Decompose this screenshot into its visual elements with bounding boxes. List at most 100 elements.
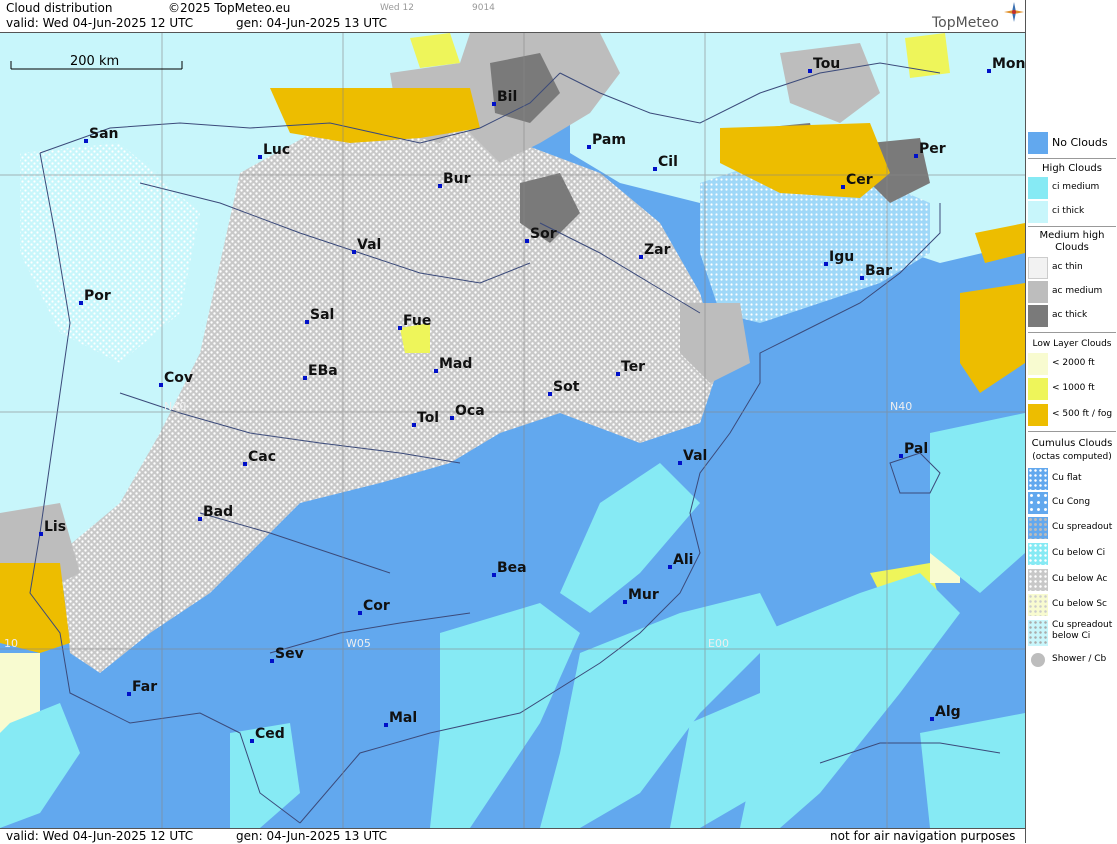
city-label: Pam [592, 132, 626, 148]
city-dot [398, 326, 402, 330]
city-label: Val [357, 237, 381, 253]
cloud-map[interactable]: N40 N40 W05 E00 10 200 km Tou Mon Bil San Pa… [0, 33, 1025, 828]
city-marker: Mal [384, 710, 417, 727]
legend-ac-thick: ac thick [1028, 305, 1116, 327]
city-dot [623, 600, 627, 604]
legend-cu-flat: Cu flat [1028, 468, 1116, 490]
city-label: Cor [363, 598, 390, 614]
city-marker: Sor [525, 226, 557, 243]
legend-cu-cong: Cu Cong [1028, 492, 1116, 514]
city-dot [243, 462, 247, 466]
city-label: Ced [255, 726, 285, 742]
city-dot [79, 301, 83, 305]
city-label: Bea [497, 560, 527, 576]
city-marker: Mon [987, 56, 1025, 73]
city-dot [39, 532, 43, 536]
city-marker: Luc [258, 142, 290, 159]
city-marker: Ced [250, 726, 285, 743]
legend-swatch [1028, 177, 1048, 199]
city-dot [492, 102, 496, 106]
city-marker: Val [352, 237, 381, 254]
city-dot [384, 723, 388, 727]
legend-swatch [1028, 543, 1048, 565]
city-marker: Per [914, 141, 946, 158]
grid-label-w05: W05 [346, 637, 371, 650]
city-dot [159, 383, 163, 387]
legend-swatch [1028, 517, 1048, 539]
legend-label: Cu flat [1052, 473, 1082, 483]
footer-valid-time: valid: Wed 04-Jun-2025 12 UTC [6, 829, 194, 843]
legend-label: Cu below Ac [1052, 574, 1108, 584]
city-marker: Bur [438, 171, 471, 188]
city-marker: Ter [616, 359, 645, 376]
disclaimer: not for air navigation purposes [830, 829, 1016, 843]
city-dot [525, 239, 529, 243]
legend-label: < 2000 ft [1052, 358, 1095, 368]
grid-label-e00: E00 [708, 637, 729, 650]
grid-label-w10: 10 [4, 637, 18, 650]
legend-label: Shower / Cb [1052, 654, 1107, 664]
city-dot [250, 739, 254, 743]
city-label: Tol [417, 410, 439, 426]
map-title: Cloud distribution [6, 1, 113, 15]
city-label: Lis [44, 519, 66, 535]
city-marker: EBa [303, 363, 338, 380]
legend-ac-medium: ac medium [1028, 281, 1116, 303]
legend-swatch [1028, 594, 1048, 616]
city-marker: Alg [930, 704, 961, 721]
legend-swatch [1028, 378, 1048, 400]
city-dot [987, 69, 991, 73]
city-dot [358, 611, 362, 615]
legend-no-clouds: No Clouds [1028, 132, 1116, 154]
legend-label: Cu spreadout [1052, 522, 1113, 532]
footer-bar: valid: Wed 04-Jun-2025 12 UTC gen: 04-Ju… [0, 828, 1025, 844]
legend-cu-below-sc: Cu below Sc [1028, 594, 1116, 616]
city-dot [258, 155, 262, 159]
city-label: Bar [865, 263, 892, 279]
city-dot [930, 717, 934, 721]
city-label: Mur [628, 587, 659, 603]
legend-ci-thick: ci thick [1028, 201, 1116, 223]
city-dot [808, 69, 812, 73]
code-tag: 9014 [472, 3, 495, 13]
city-label: Fue [403, 313, 431, 329]
city-dot [352, 250, 356, 254]
city-dot [587, 145, 591, 149]
city-dot [678, 461, 682, 465]
city-marker: Lis [39, 519, 66, 536]
header-bar: Cloud distribution ©2025 TopMeteo.eu Wed… [0, 0, 1025, 33]
legend-label: ac medium [1052, 286, 1103, 296]
legend-label: ci thick [1052, 206, 1085, 216]
city-dot [841, 185, 845, 189]
legend-swatch [1028, 257, 1048, 279]
legend-swatch [1028, 353, 1048, 375]
legend-low-2000: < 2000 ft [1028, 353, 1116, 375]
legend-swatch [1028, 492, 1048, 514]
legend-swatch [1028, 620, 1048, 646]
city-dot [270, 659, 274, 663]
city-label: Zar [644, 242, 671, 258]
legend-swatch [1028, 649, 1048, 671]
shower-icon [1031, 653, 1045, 667]
city-dot [548, 392, 552, 396]
valid-time: valid: Wed 04-Jun-2025 12 UTC [6, 16, 194, 30]
legend-label: Cu spreadout below Ci [1052, 620, 1113, 641]
city-dot [198, 517, 202, 521]
city-label: Val [683, 448, 707, 464]
legend-ci-medium: ci medium [1028, 177, 1116, 199]
legend-label: Cu below Sc [1052, 599, 1107, 609]
city-marker: Far [127, 679, 157, 696]
city-marker: Por [79, 288, 111, 305]
city-dot [616, 372, 620, 376]
city-marker: Pam [587, 132, 626, 149]
legend-swatch [1028, 201, 1048, 223]
legend-low-500: < 500 ft / fog [1028, 404, 1116, 426]
city-marker: Tou [808, 56, 840, 73]
city-marker: Tol [412, 410, 439, 427]
city-marker: Cer [841, 172, 873, 189]
city-dot [84, 139, 88, 143]
city-label: Ter [621, 359, 645, 375]
city-label: Far [132, 679, 157, 695]
city-label: Bad [203, 504, 233, 520]
legend-label: Cu below Ci [1052, 548, 1106, 558]
